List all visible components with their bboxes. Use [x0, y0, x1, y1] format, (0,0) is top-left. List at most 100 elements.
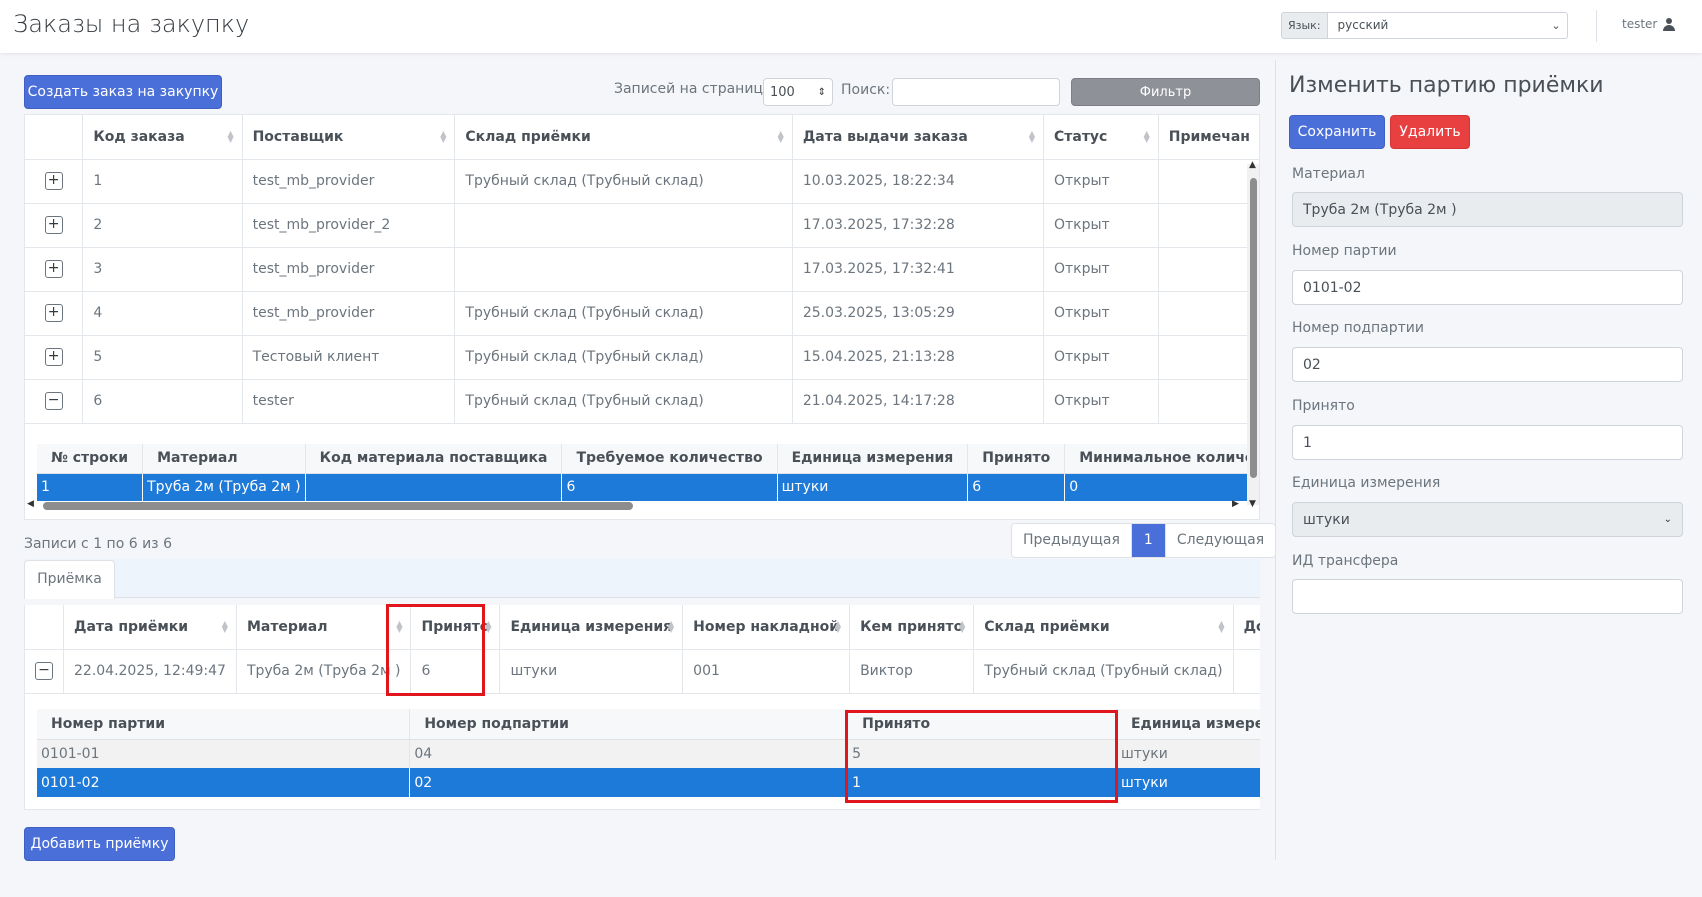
- page-button-1[interactable]: 1: [1131, 524, 1166, 557]
- warehouse: Трубный склад (Трубный склад): [454, 291, 793, 336]
- expand-icon[interactable]: +: [44, 216, 63, 234]
- column-header-unit[interactable]: Единица измерения: [777, 444, 969, 474]
- column-header-issue-date[interactable]: Дата выдачи заказа ▲ ▼: [792, 115, 1044, 160]
- receipt-date: 22.04.2025, 12:49:47: [63, 649, 237, 694]
- search-input[interactable]: [892, 78, 1060, 106]
- scroll-up-icon[interactable]: ▲: [1249, 160, 1256, 170]
- user-menu[interactable]: tester: [1622, 17, 1676, 31]
- row-toggle[interactable]: +: [25, 247, 84, 292]
- supplier: Тестовый клиент: [242, 335, 456, 380]
- column-header-accepted[interactable]: Принято ▲ ▼: [410, 605, 501, 650]
- note: [1158, 203, 1259, 248]
- column-header-supplier[interactable]: Поставщик ▲ ▼: [242, 115, 456, 160]
- column-header-order-id[interactable]: Код заказа ▲ ▼: [82, 115, 243, 160]
- column-header-supplier-code[interactable]: Код материала поставщика: [305, 444, 563, 474]
- warehouse: Трубный склад (Трубный склад): [454, 335, 793, 380]
- unit-select[interactable]: штуки ⌄: [1292, 502, 1683, 537]
- issue-date: 17.03.2025, 17:32:28: [792, 203, 1044, 248]
- table-row[interactable]: + 3 test_mb_provider 17.03.2025, 17:32:4…: [25, 247, 1259, 292]
- column-header-accepted[interactable]: Принято: [847, 709, 1117, 740]
- subbatch-no: 02: [409, 768, 849, 797]
- material-label: Материал: [1292, 166, 1365, 182]
- column-header-line-no[interactable]: № строки: [37, 444, 144, 474]
- table-row[interactable]: − 6 tester Трубный склад (Трубный склад)…: [25, 379, 1259, 424]
- list-item[interactable]: 1 Труба 2м (Труба 2м ) 6 штуки 6 0: [37, 473, 1259, 501]
- column-header-note[interactable]: Примечан: [1158, 115, 1259, 160]
- tab-receipts[interactable]: Приёмка: [24, 560, 115, 599]
- create-order-button[interactable]: Создать заказ на закупку: [24, 75, 222, 109]
- row-toggle[interactable]: +: [25, 203, 84, 248]
- accepted-field[interactable]: 1: [1292, 425, 1683, 460]
- expand-icon[interactable]: +: [44, 348, 63, 366]
- scroll-left-icon[interactable]: ◀: [27, 499, 34, 509]
- batch-field[interactable]: 0101-02: [1292, 270, 1683, 305]
- language-select[interactable]: русский ⌄: [1326, 12, 1568, 39]
- status: Открыт: [1043, 247, 1159, 292]
- sort-icon: ▲ ▼: [1218, 618, 1225, 634]
- per-page-select[interactable]: 100 ⇕: [763, 78, 833, 106]
- column-header-received-by[interactable]: Кем принято ▲ ▼: [849, 605, 975, 650]
- column-header-receipt-date[interactable]: Дата приёмки ▲ ▼: [63, 605, 237, 650]
- scrollbar-thumb[interactable]: [1250, 178, 1257, 478]
- table-row[interactable]: + 4 test_mb_provider Трубный склад (Труб…: [25, 291, 1259, 336]
- column-header-extra[interactable]: Дополни: [1233, 605, 1260, 650]
- column-header-material[interactable]: Материал ▲ ▼: [236, 605, 412, 650]
- column-header-min-qty[interactable]: Минимальное количество: [1064, 444, 1259, 474]
- row-toggle[interactable]: −: [25, 379, 84, 424]
- table-row[interactable]: − 22.04.2025, 12:49:47 Труба 2м (Труба 2…: [25, 649, 1260, 694]
- receipts-table-panel: Дата приёмки ▲ ▼ Материал ▲ ▼ Принято ▲ ▼ Един…: [24, 605, 1260, 810]
- transfer-id-field[interactable]: [1292, 579, 1683, 614]
- collapse-icon[interactable]: −: [35, 662, 53, 680]
- status: Открыт: [1043, 203, 1159, 248]
- warehouse: Трубный склад (Трубный склад): [973, 649, 1234, 694]
- sort-icon: ▲ ▼: [396, 618, 403, 634]
- horizontal-scrollbar[interactable]: ◀ ▶: [25, 499, 1259, 511]
- expand-icon[interactable]: +: [44, 172, 63, 190]
- column-header-unit[interactable]: Единица измерен: [1116, 709, 1260, 740]
- list-item[interactable]: 0101-01 04 5 штуки: [37, 739, 1260, 768]
- row-toggle[interactable]: +: [25, 291, 84, 336]
- vertical-scrollbar[interactable]: ▲ ▼: [1247, 160, 1259, 509]
- row-toggle[interactable]: −: [25, 649, 64, 694]
- records-info: Записи с 1 по 6 из 6: [24, 536, 172, 552]
- list-item[interactable]: 0101-02 02 1 штуки: [37, 768, 1260, 797]
- column-header-invoice[interactable]: Номер накладной ▲ ▼: [682, 605, 851, 650]
- column-header-label: Код заказа: [93, 128, 185, 145]
- column-header-material[interactable]: Материал: [142, 444, 306, 474]
- sort-icon: ▲ ▼: [440, 128, 447, 144]
- table-row[interactable]: + 1 test_mb_provider Трубный склад (Труб…: [25, 159, 1259, 204]
- filter-button[interactable]: Фильтр: [1071, 78, 1260, 106]
- column-header-label: Статус: [1053, 128, 1108, 145]
- table-row[interactable]: + 5 Тестовый клиент Трубный склад (Трубн…: [25, 335, 1259, 380]
- column-header-accepted[interactable]: Принято: [967, 444, 1066, 474]
- unit-value: штуки: [1303, 511, 1350, 528]
- column-header-label: Номер накладной: [693, 618, 840, 635]
- note: [1158, 159, 1259, 204]
- note: [1158, 335, 1259, 380]
- column-header-subbatch-no[interactable]: Номер подпартии: [409, 709, 849, 740]
- save-button[interactable]: Сохранить: [1289, 115, 1385, 149]
- expand-icon[interactable]: +: [44, 304, 63, 322]
- subbatch-field[interactable]: 02: [1292, 347, 1683, 382]
- column-header-warehouse[interactable]: Склад приёмки ▲ ▼: [454, 115, 793, 160]
- table-row[interactable]: + 2 test_mb_provider_2 17.03.2025, 17:32…: [25, 203, 1259, 248]
- row-toggle[interactable]: +: [25, 159, 84, 204]
- scrollbar-thumb[interactable]: [43, 502, 633, 510]
- prev-page-button[interactable]: Предыдущая: [1012, 524, 1132, 557]
- column-header-required-qty[interactable]: Требуемое количество: [561, 444, 778, 474]
- add-receipt-button[interactable]: Добавить приёмку: [24, 827, 175, 861]
- collapse-icon[interactable]: −: [44, 392, 63, 410]
- column-header-batch-no[interactable]: Номер партии: [37, 709, 411, 740]
- delete-button[interactable]: Удалить: [1390, 115, 1470, 149]
- language-selector[interactable]: Язык: русский ⌄: [1281, 12, 1568, 39]
- column-header-status[interactable]: Статус ▲ ▼: [1043, 115, 1159, 160]
- column-header-warehouse[interactable]: Склад приёмки ▲ ▼: [973, 605, 1234, 650]
- expand-icon[interactable]: +: [44, 260, 63, 278]
- scroll-right-icon[interactable]: ▶: [1232, 499, 1239, 509]
- language-value: русский: [1337, 18, 1389, 32]
- tab-strip: Приёмка: [24, 559, 1260, 599]
- next-page-button[interactable]: Следующая: [1166, 524, 1275, 557]
- column-header-unit[interactable]: Единица измерения ▲ ▼: [499, 605, 684, 650]
- batch-no: 0101-02: [37, 768, 411, 797]
- row-toggle[interactable]: +: [25, 335, 84, 380]
